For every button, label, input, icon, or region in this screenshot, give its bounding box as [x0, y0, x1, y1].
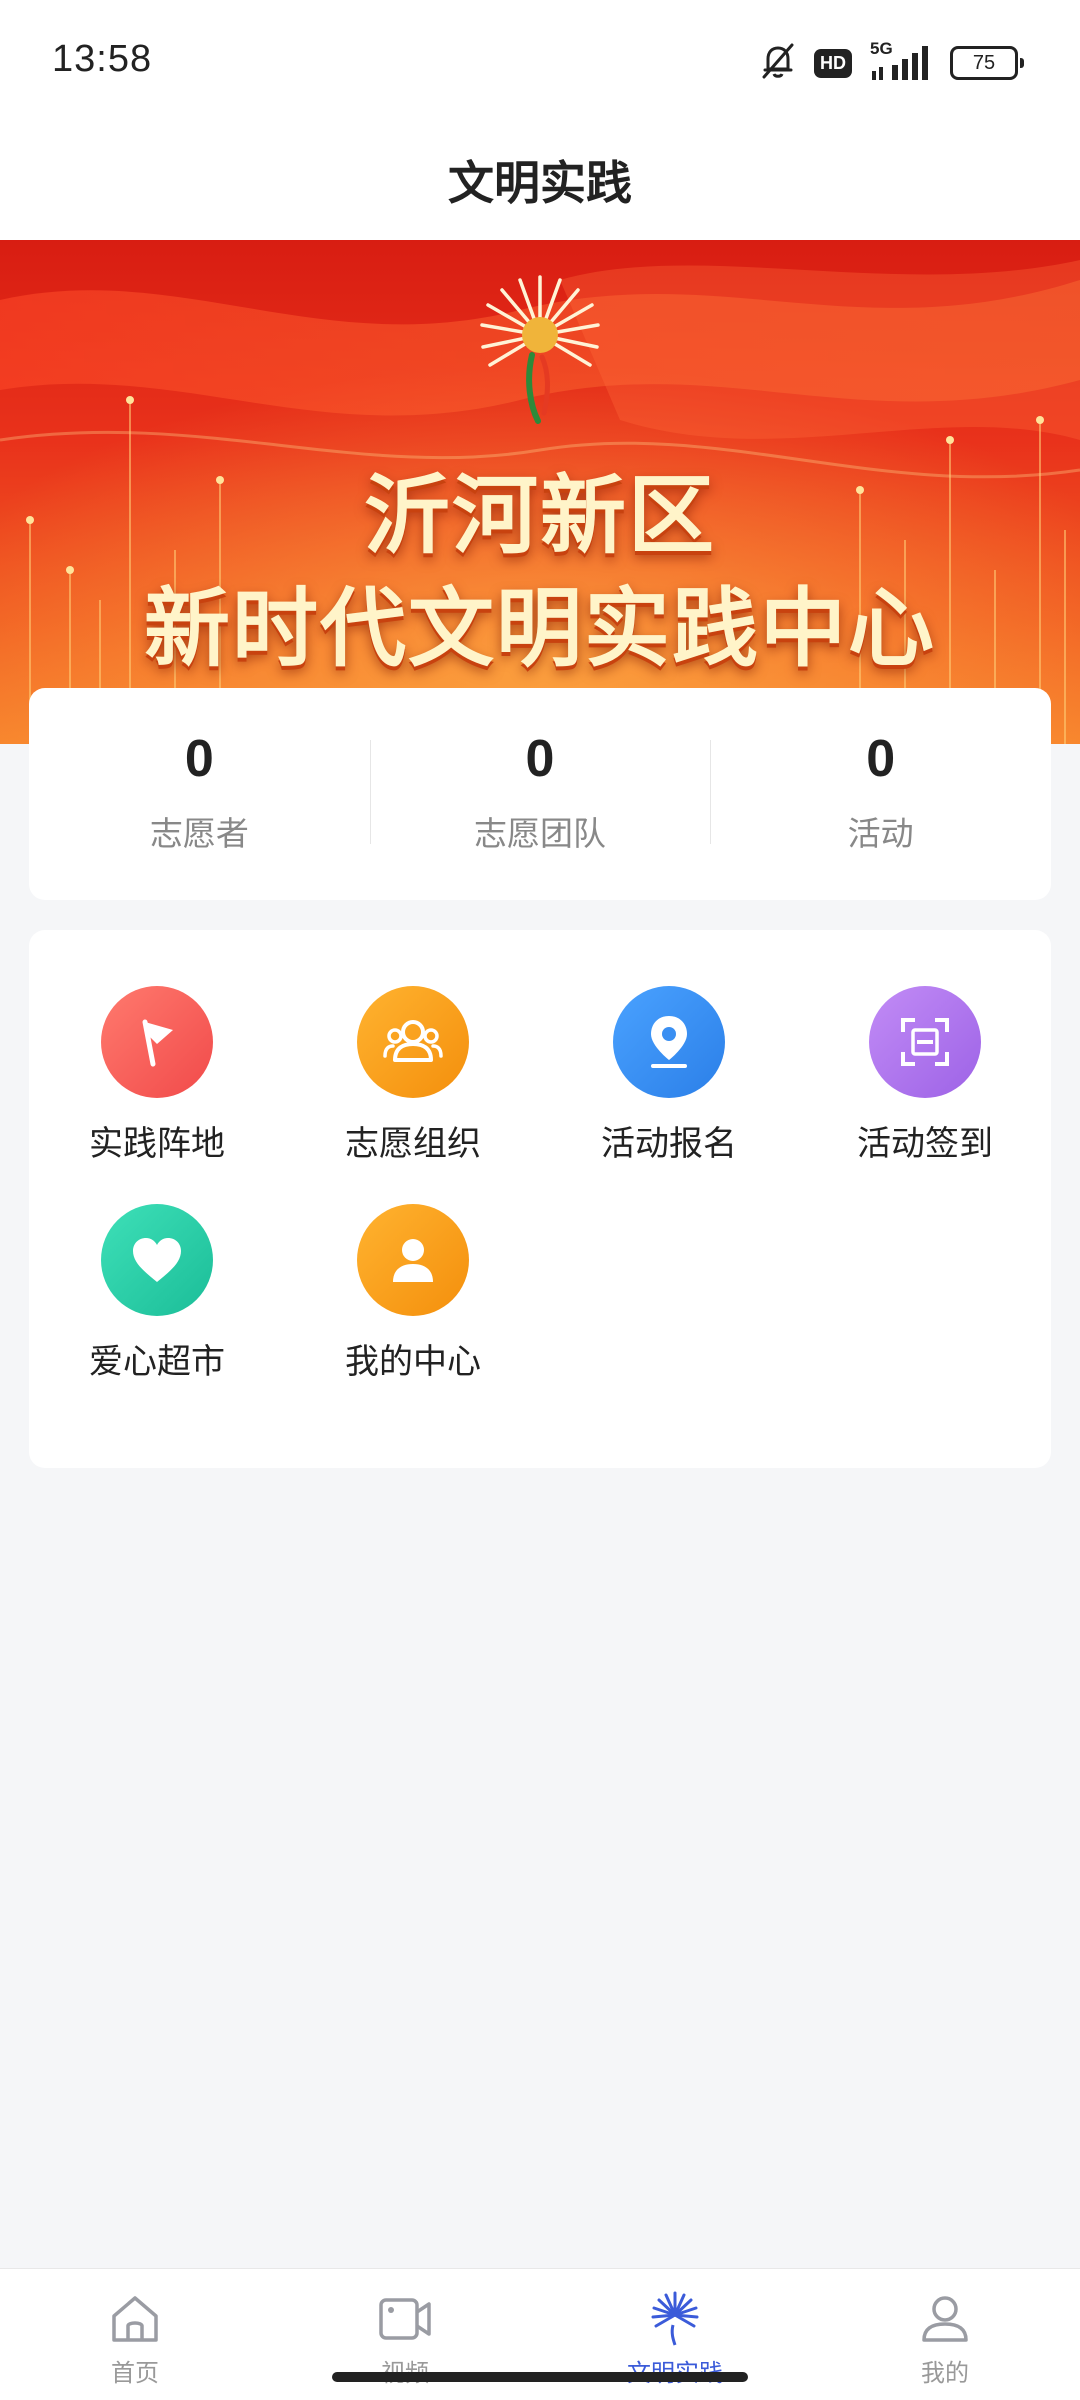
hd-badge: HD — [814, 48, 852, 78]
page-title: 文明实践 — [448, 156, 632, 210]
stat-label: 志愿者 — [149, 814, 249, 853]
banner[interactable]: 沂河新区 新时代文明实践中心 — [0, 240, 1080, 744]
stat-label: 活动 — [847, 814, 914, 853]
menu-label: 活动报名 — [601, 1124, 737, 1164]
menu-label: 爱心超市 — [89, 1342, 225, 1382]
status-bar: 13:58 HD 5G 75 — [0, 0, 1080, 120]
menu-item-activity-signup[interactable]: 活动报名 — [541, 986, 797, 1186]
battery-icon: 75 — [950, 46, 1024, 80]
stats-card: 0 志愿者 0 志愿团队 0 活动 — [29, 688, 1051, 900]
scan-icon — [869, 986, 981, 1098]
stat-volunteer-teams[interactable]: 0 志愿团队 — [369, 688, 711, 900]
menu-item-volunteer-org[interactable]: 志愿组织 — [285, 986, 541, 1186]
stat-value: 0 — [184, 730, 214, 788]
signal-icon: 5G — [868, 39, 934, 83]
home-indicator[interactable] — [332, 2372, 748, 2382]
menu-grid: 实践阵地 志愿组织 活动报名 活动签到 爱心超市 我的中心 — [29, 930, 1051, 1468]
user-icon — [357, 1204, 469, 1316]
heart-icon — [101, 1204, 213, 1316]
home-icon — [107, 2291, 163, 2347]
civilization-logo-icon — [647, 2291, 703, 2347]
nav-label: 文明实践 — [627, 2353, 723, 2388]
banner-title-line1: 沂河新区 — [364, 466, 716, 566]
stat-volunteers[interactable]: 0 志愿者 — [29, 688, 370, 900]
location-pin-icon — [613, 986, 725, 1098]
menu-label: 我的中心 — [345, 1342, 481, 1382]
group-icon — [357, 986, 469, 1098]
banner-title-line2: 新时代文明实践中心 — [144, 579, 936, 679]
menu-item-practice-base[interactable]: 实践阵地 — [29, 986, 285, 1186]
menu-label: 志愿组织 — [345, 1124, 481, 1164]
stat-label: 志愿团队 — [474, 814, 606, 853]
menu-item-activity-checkin[interactable]: 活动签到 — [797, 986, 1053, 1186]
stat-value: 0 — [866, 730, 896, 788]
stat-value: 0 — [525, 730, 555, 788]
mute-bell-icon — [758, 41, 798, 85]
nav-item-mine[interactable]: 我的 — [810, 2269, 1080, 2400]
nav-item-home[interactable]: 首页 — [0, 2269, 270, 2400]
battery-level: 75 — [972, 51, 996, 74]
flag-icon — [101, 986, 213, 1098]
menu-item-my-center[interactable]: 我的中心 — [285, 1204, 541, 1404]
status-icons: HD 5G 75 — [758, 39, 1024, 86]
stat-activities[interactable]: 0 活动 — [710, 688, 1051, 900]
header: 文明实践 — [0, 120, 1080, 240]
nav-label: 视频 — [381, 2353, 429, 2388]
menu-label: 实践阵地 — [89, 1124, 225, 1164]
video-icon — [377, 2291, 433, 2347]
status-time: 13:58 — [52, 38, 153, 80]
menu-item-love-supermarket[interactable]: 爱心超市 — [29, 1204, 285, 1404]
menu-label: 活动签到 — [857, 1124, 993, 1164]
nav-label: 我的 — [921, 2359, 969, 2387]
profile-icon — [917, 2291, 973, 2347]
nav-label: 首页 — [111, 2359, 159, 2387]
page: 13:58 HD 5G 75 文明实践 沂河新区 新时代文明实践中心 0 志愿者… — [0, 0, 1080, 2400]
